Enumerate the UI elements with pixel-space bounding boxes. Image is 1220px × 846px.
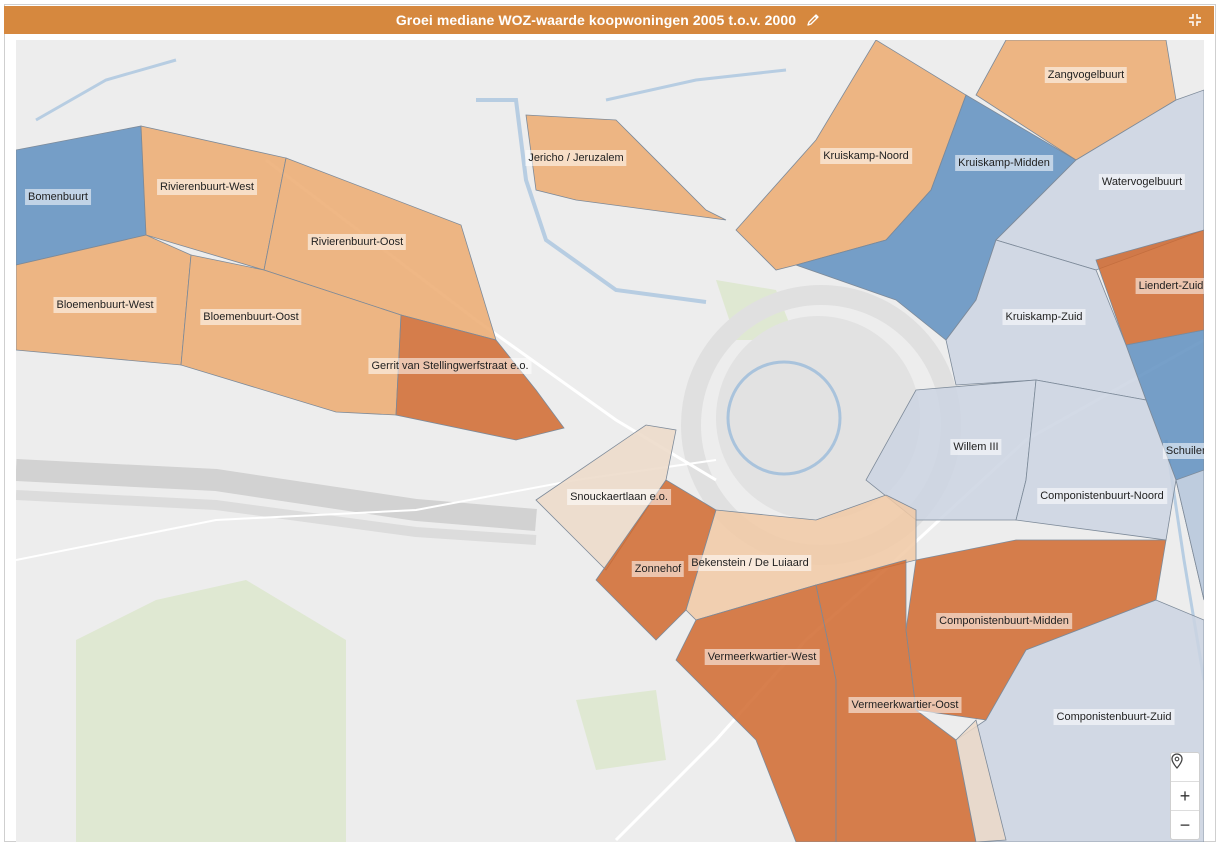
label-vermeerkwartier-west: Vermeerkwartier-West bbox=[704, 649, 820, 665]
label-rivierenbuurt-oost: Rivierenbuurt-Oost bbox=[307, 234, 407, 250]
location-pin-icon bbox=[1171, 753, 1183, 769]
label-willem-iii: Willem III bbox=[950, 439, 1002, 455]
label-jericho-jeruzalem: Jericho / Jeruzalem bbox=[525, 150, 627, 166]
map-title-bar: Groei mediane WOZ-waarde koopwoningen 20… bbox=[4, 6, 1214, 34]
zoom-out-button[interactable]: − bbox=[1171, 811, 1199, 839]
label-zonnehof: Zonnehof bbox=[631, 561, 685, 577]
label-componistenbuurt-zuid: Componistenbuurt-Zuid bbox=[1053, 709, 1175, 725]
label-schuilen: Schuilen bbox=[1162, 443, 1204, 459]
label-bomenbuurt: Bomenbuurt bbox=[25, 189, 91, 205]
label-liendert-zuid: Liendert-Zuid bbox=[1135, 278, 1204, 294]
map-title: Groei mediane WOZ-waarde koopwoningen 20… bbox=[395, 12, 797, 28]
label-componistenbuurt-noord: Componistenbuurt-Noord bbox=[1037, 488, 1167, 504]
label-rivierenbuurt-west: Rivierenbuurt-West bbox=[157, 179, 257, 195]
edit-pencil-icon[interactable] bbox=[804, 11, 822, 29]
label-vermeerkwartier-oost: Vermeerkwartier-Oost bbox=[848, 697, 962, 713]
label-kruiskamp-zuid: Kruiskamp-Zuid bbox=[1002, 309, 1086, 325]
collapse-icon[interactable] bbox=[1186, 11, 1204, 29]
zoom-in-button[interactable]: + bbox=[1171, 782, 1199, 811]
label-snouckaertlaan: Snouckaertlaan e.o. bbox=[567, 489, 671, 505]
label-watervogelbuurt: Watervogelbuurt bbox=[1098, 174, 1186, 190]
map-controls: + − bbox=[1170, 752, 1200, 840]
label-zangvogelbuurt: Zangvogelbuurt bbox=[1044, 67, 1128, 83]
label-gerrit-van-stellingwerfstraat: Gerrit van Stellingwerfstraat e.o. bbox=[368, 358, 532, 374]
label-kruiskamp-midden: Kruiskamp-Midden bbox=[955, 155, 1053, 171]
location-pin-button[interactable] bbox=[1171, 753, 1199, 782]
label-bekenstein-de-luiaard: Bekenstein / De Luiaard bbox=[688, 555, 812, 571]
label-kruiskamp-noord: Kruiskamp-Noord bbox=[820, 148, 912, 164]
label-bloemenbuurt-oost: Bloemenbuurt-Oost bbox=[200, 309, 302, 325]
label-componistenbuurt-midden: Componistenbuurt-Midden bbox=[936, 613, 1072, 629]
label-bloemenbuurt-west: Bloemenbuurt-West bbox=[53, 297, 157, 313]
choropleth-map[interactable]: Bomenbuurt Rivierenbuurt-West Rivierenbu… bbox=[16, 40, 1204, 842]
